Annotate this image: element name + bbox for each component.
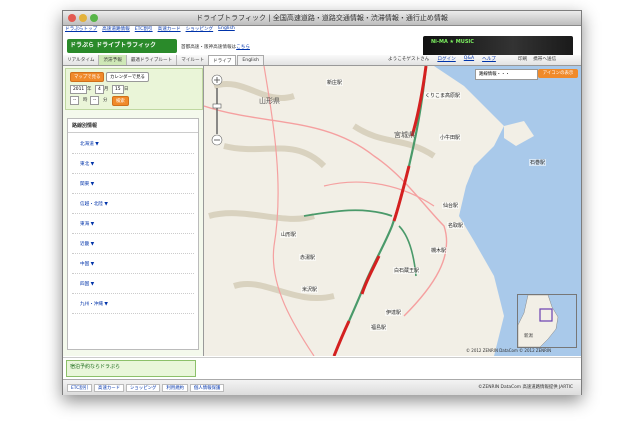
notice-link[interactable]: こちら [236, 45, 250, 50]
yamagata-expressway [303, 209, 393, 217]
zoom-control[interactable] [210, 74, 224, 146]
view-map-button[interactable]: マップで見る [70, 72, 105, 82]
date-selector: マップで見る カレンダーで見る 2011 年 4 月 15 日 -- 時 -- … [65, 68, 203, 110]
region-tokai[interactable]: 東海 ▼ [72, 219, 194, 234]
footer-link-privacy[interactable]: 個人情報保護 [189, 384, 225, 392]
region-nav-heading: 路線別情報 [68, 119, 198, 133]
sidebar: マップで見る カレンダーで見る 2011 年 4 月 15 日 -- 時 -- … [63, 66, 204, 356]
site-logo[interactable]: ドラぷら ドライブトラフィック [67, 39, 177, 53]
top-links: ドラぷらトップ 高速道路情報 ETC割引 高速カード ショッピング Englis… [65, 26, 579, 34]
tab-english[interactable]: English [237, 55, 264, 65]
map-copyright: © 2012 ZENRIN DataCom © 2012 ZENRIN [466, 348, 552, 353]
city-akayu: 赤湯駅 [299, 254, 317, 261]
tab-realtime[interactable]: リアルタイム [63, 55, 100, 65]
year-unit: 年 [87, 87, 92, 92]
notice-text: 首都高速・阪神高速情報はこちら [181, 44, 250, 50]
national-road-3 [323, 181, 435, 207]
city-tsukinoki: 槻木駅 [430, 247, 448, 254]
footer-link-shopping[interactable]: ショッピング [126, 384, 161, 392]
month-unit: 月 [104, 87, 109, 92]
region-kanto[interactable]: 関東 ▼ [72, 179, 194, 194]
main-tabs: リアルタイム 渋滞予報 最適ドライブルート マイルート [63, 55, 581, 66]
region-kyushu-okinawa[interactable]: 九州・沖縄 ▼ [72, 299, 194, 314]
search-button[interactable]: 検索 [112, 96, 129, 106]
footer-link-card[interactable]: 高速カード [94, 384, 125, 392]
print-link[interactable]: 印刷 [518, 56, 527, 62]
tab-best-route[interactable]: 最適ドライブルート [127, 55, 178, 65]
minimap-label: 新潟 [524, 334, 533, 339]
hotel-ad[interactable]: 宿泊予約ならドラぷら [66, 360, 196, 377]
tab-forecast[interactable]: 渋滞予報 [99, 55, 127, 65]
congestion-north [410, 66, 428, 137]
year-select[interactable]: 2011 [70, 85, 88, 94]
city-date: 伊達駅 [385, 309, 403, 316]
day-select[interactable]: 15 [112, 85, 124, 94]
city-ishinomaki: 石巻駅 [529, 159, 547, 166]
region-shikoku[interactable]: 四国 ▼ [72, 279, 194, 294]
city-shinjo: 新庄駅 [326, 79, 344, 86]
hour-unit: 時 [83, 98, 88, 103]
region-tohoku[interactable]: 東北 ▼ [72, 159, 194, 174]
toplink-card[interactable]: 高速カード [158, 26, 181, 34]
send-mobile-link[interactable]: 携帯へ送信 [533, 56, 556, 62]
toplink-english[interactable]: English [218, 26, 235, 34]
map-tabs: ドライブ English [208, 55, 265, 65]
zoom-control-graphic [211, 74, 223, 146]
city-kogota: 小牛田駅 [439, 134, 462, 141]
region-nav: 路線別情報 北海道 ▼ 東北 ▼ 関東 ▼ 信越・北陸 ▼ 東海 ▼ 近畿 ▼ … [67, 118, 199, 350]
tab-my-route[interactable]: マイルート [177, 55, 210, 65]
national-road-2 [263, 66, 315, 356]
city-fukushima: 福島駅 [370, 324, 388, 331]
footer-link-terms[interactable]: 利用規約 [162, 384, 188, 392]
region-chugoku[interactable]: 中国 ▼ [72, 259, 194, 274]
hour-select[interactable]: -- [70, 96, 80, 105]
month-select[interactable]: 4 [95, 85, 104, 94]
toplink-highway[interactable]: 高速道路情報 [102, 26, 130, 34]
footer-copyright: ©ZENRIN DataCom 高速道路情報提供 JARTIC [478, 385, 573, 390]
congestion-fukushima [332, 320, 351, 356]
pref-label-miyagi: 宮城県 [394, 131, 415, 139]
help-link[interactable]: ヘルプ [482, 56, 496, 62]
overview-minimap[interactable]: 新潟 [517, 294, 577, 348]
region-kinki[interactable]: 近畿 ▼ [72, 239, 194, 254]
minute-unit: 分 [103, 98, 108, 103]
icon-display-button[interactable]: アイコンの表示 [538, 69, 578, 78]
toplink-home[interactable]: ドラぷらトップ [65, 26, 97, 34]
day-unit: 日 [124, 87, 129, 92]
minute-select[interactable]: -- [90, 96, 100, 105]
toplink-etc[interactable]: ETC割引 [135, 26, 153, 34]
qa-link[interactable]: Q&A [464, 56, 474, 62]
pref-label-yamagata: 山形県 [259, 97, 280, 105]
region-hokkaido[interactable]: 北海道 ▼ [72, 139, 194, 154]
route-info-select[interactable]: 路線情報・・・ [475, 69, 538, 80]
city-yonezawa: 米沢駅 [301, 286, 319, 293]
ad-bar: 宿泊予約ならドラぷら [63, 357, 581, 379]
tab-drive[interactable]: ドライブ [208, 55, 237, 65]
greeting: ようこそゲストさん [388, 57, 430, 62]
login-link[interactable]: ログイン [437, 56, 455, 62]
toplink-shopping[interactable]: ショッピング [186, 26, 214, 34]
view-calendar-button[interactable]: カレンダーで見る [106, 72, 149, 82]
city-natori: 名取駅 [447, 222, 465, 229]
city-sendai: 仙台駅 [442, 202, 460, 209]
traffic-map[interactable]: 路線情報・・・ アイコンの表示 山形県 宮城県 新庄駅 くりこま高原駅 小牛田駅… [204, 66, 581, 356]
city-shiroishi-zao: 白石蔵王駅 [393, 267, 421, 274]
footer-links: ETC割引 高速カード ショッピング 利用規約 個人情報保護 [67, 384, 225, 392]
site-footer: ETC割引 高速カード ショッピング 利用規約 個人情報保護 ©ZENRIN D… [63, 379, 581, 395]
footer-link-etc[interactable]: ETC割引 [67, 384, 93, 392]
region-shinetsu-hokuriku[interactable]: 信越・北陸 ▼ [72, 199, 194, 214]
browser-window: ドライブトラフィック | 全国高速道路・道路交通情報・渋滞情報・通行止め情報 ド… [62, 10, 582, 395]
window-title: ドライブトラフィック | 全国高速道路・道路交通情報・渋滞情報・通行止め情報 [196, 14, 448, 22]
city-yamagata: 山形駅 [280, 231, 298, 238]
user-bar: ようこそゲストさん ログイン Q&A ヘルプ [388, 56, 496, 62]
city-kurikoma: くりこま高原駅 [424, 92, 462, 99]
congestion-shiroishi [360, 255, 381, 295]
minimap-graphic [518, 295, 559, 347]
title-bar: ドライブトラフィック | 全国高速道路・道路交通情報・渋滞情報・通行止め情報 [63, 11, 581, 26]
page-actions: 印刷 携帯へ送信 [518, 56, 556, 62]
notice-label: 首都高速・阪神高速情報は [181, 45, 237, 50]
